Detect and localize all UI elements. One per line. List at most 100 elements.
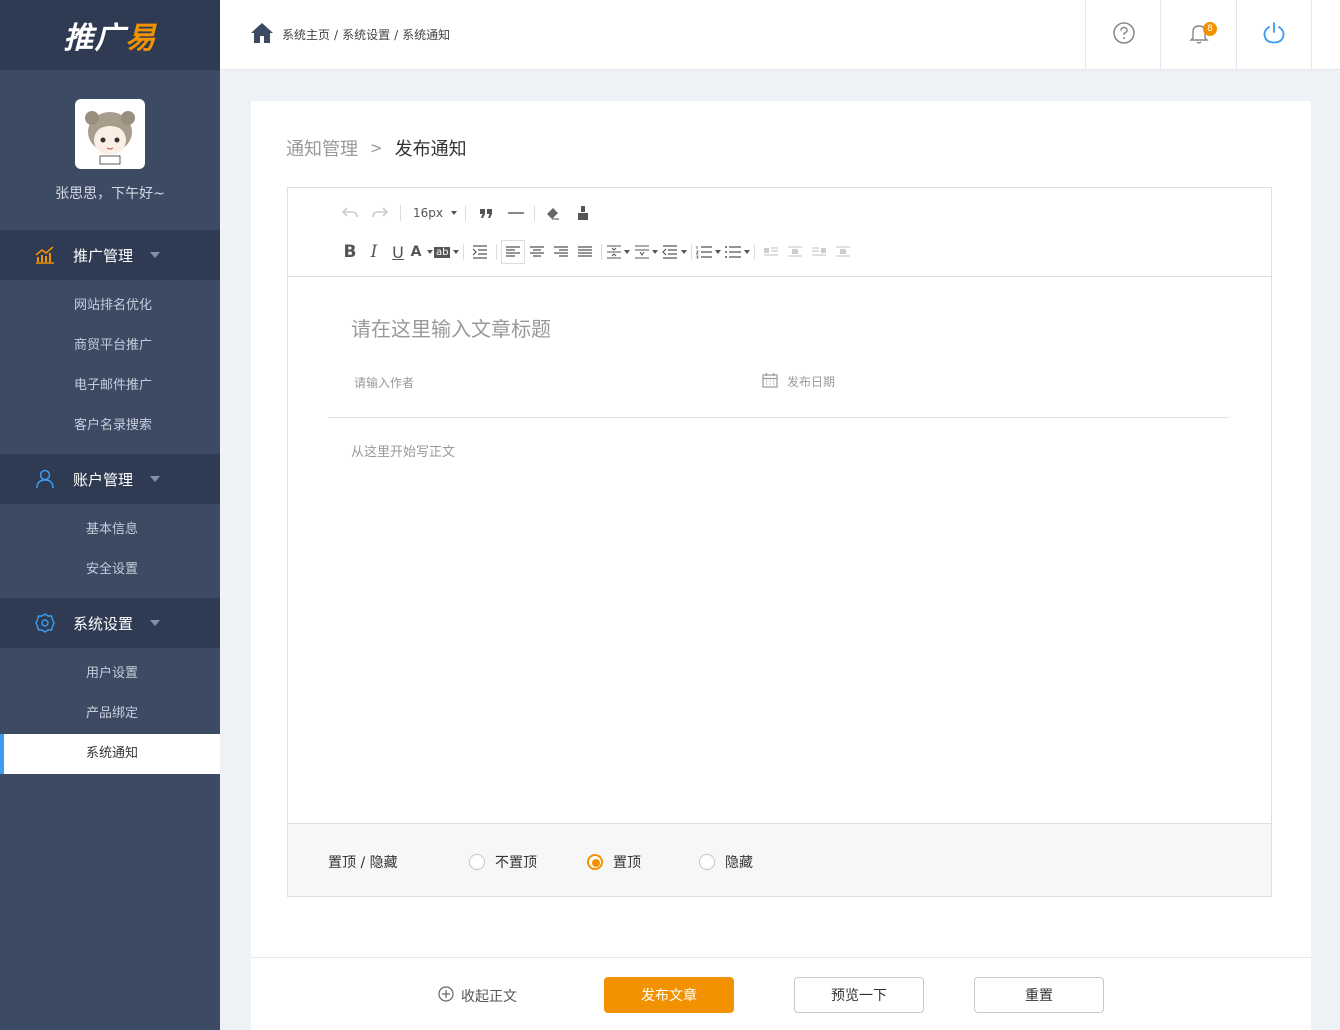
font-size-value: 16px (413, 206, 443, 220)
image-float-left-icon[interactable] (759, 240, 783, 264)
radio-label: 置顶 (613, 855, 641, 871)
sidebar-item-trade-platform[interactable]: 商贸平台推广 (0, 326, 220, 366)
eraser-icon[interactable] (541, 201, 565, 225)
radio-unpinned[interactable]: 不置顶 (469, 852, 537, 872)
plus-circle-icon (438, 986, 454, 1006)
align-left-icon[interactable] (501, 240, 526, 264)
sidebar-item-customer-search[interactable]: 客户名录搜索 (0, 406, 220, 446)
sidebar-item-security[interactable]: 安全设置 (0, 550, 220, 590)
preview-button[interactable]: 预览一下 (794, 977, 924, 1013)
outdent-icon[interactable] (662, 240, 688, 264)
sidebar-item-basic-info[interactable]: 基本信息 (0, 510, 220, 550)
collapse-body-label: 收起正文 (461, 989, 517, 1005)
rich-text-editor: 16px B I U A ab 请在这里输入文章标题 请输入作者 发布日期 从这… (287, 187, 1272, 897)
image-center-icon[interactable] (831, 240, 855, 264)
page-title-separator: > (370, 139, 383, 157)
publish-date-placeholder: 发布日期 (787, 375, 836, 389)
radio-pinned[interactable]: 置顶 (587, 852, 641, 872)
undo-icon[interactable] (338, 201, 362, 225)
breadcrumb-item[interactable]: 系统主页 (282, 26, 330, 43)
pin-hide-options: 置顶 / 隐藏 不置顶 置顶 隐藏 (287, 823, 1272, 897)
article-title-input[interactable]: 请在这里输入文章标题 (351, 313, 551, 342)
chevron-down-icon (681, 250, 688, 254)
sidebar-item-product-binding[interactable]: 产品绑定 (0, 694, 220, 734)
radio-circle (469, 854, 485, 870)
radio-circle (699, 854, 715, 870)
nav-group-label: 推广管理 (73, 246, 134, 265)
quote-icon[interactable] (474, 201, 498, 225)
main-panel: 通知管理 > 发布通知 16px B I U A ab 请在这里输入文章标题 请… (251, 101, 1311, 1030)
line-height-icon[interactable] (606, 240, 630, 264)
paragraph-spacing-icon[interactable] (634, 240, 658, 264)
reset-button[interactable]: 重置 (974, 977, 1104, 1013)
underline-icon[interactable]: U (386, 240, 410, 264)
chevron-down-icon (427, 250, 434, 254)
align-center-icon[interactable] (525, 240, 549, 264)
chevron-down-icon (623, 250, 630, 254)
editor-toolbar: 16px B I U A ab (288, 188, 1271, 277)
ordered-list-icon[interactable] (696, 240, 722, 264)
sidebar: 推广易 张思思，下午好~ 推广管理 网站排名优化 商贸平台推广 电子邮件推广 客… (0, 0, 220, 1030)
chevron-down-icon (744, 250, 751, 254)
power-icon (1262, 21, 1286, 49)
page-title-parent[interactable]: 通知管理 (286, 135, 358, 161)
format-brush-icon[interactable] (571, 201, 595, 225)
home-icon[interactable] (250, 22, 274, 47)
toolbar-divider (463, 244, 465, 260)
chevron-down-icon (451, 211, 457, 215)
article-body-input[interactable]: 从这里开始写正文 (351, 441, 455, 460)
divider (328, 417, 1229, 418)
nav-group-account[interactable]: 账户管理 (0, 454, 220, 504)
calendar-icon (762, 372, 778, 391)
breadcrumb: 系统主页 / 系统设置 / 系统通知 (250, 22, 450, 47)
sidebar-item-email[interactable]: 电子邮件推广 (0, 366, 220, 406)
notification-button[interactable]: 8 (1160, 0, 1236, 70)
italic-icon[interactable]: I (362, 240, 386, 264)
horizontal-rule-icon[interactable] (504, 201, 528, 225)
bold-icon[interactable]: B (338, 240, 362, 264)
help-button[interactable] (1085, 0, 1161, 70)
avatar[interactable] (75, 99, 145, 169)
toolbar-row: B I U A ab (338, 240, 855, 264)
publish-button[interactable]: 发布文章 (604, 977, 734, 1013)
nav-group-label: 账户管理 (73, 470, 134, 489)
toolbar-divider (496, 244, 498, 260)
image-float-right-icon[interactable] (807, 240, 831, 264)
chevron-down-icon (651, 250, 658, 254)
sidebar-item-user-settings[interactable]: 用户设置 (0, 654, 220, 694)
radio-hidden[interactable]: 隐藏 (699, 852, 753, 872)
sidebar-item-seo[interactable]: 网站排名优化 (0, 286, 220, 326)
notification-badge: 8 (1203, 22, 1217, 36)
font-color-icon[interactable]: A (410, 240, 434, 264)
nav-group-label: 系统设置 (73, 614, 134, 633)
font-size-select[interactable]: 16px (413, 201, 457, 225)
nav-group-system[interactable]: 系统设置 (0, 598, 220, 648)
breadcrumb-separator: / (334, 27, 339, 42)
background-color-icon[interactable]: ab (434, 240, 460, 264)
radio-label: 隐藏 (725, 855, 753, 871)
power-button[interactable] (1236, 0, 1312, 70)
breadcrumb-separator: / (394, 27, 399, 42)
top-header: 系统主页 / 系统设置 / 系统通知 8 (220, 0, 1340, 70)
collapse-body-button[interactable]: 收起正文 (438, 986, 517, 1006)
toolbar-row: 16px (338, 201, 595, 225)
align-justify-icon[interactable] (573, 240, 597, 264)
toolbar-divider (691, 244, 693, 260)
nav-sublist: 网站排名优化 商贸平台推广 电子邮件推广 客户名录搜索 (0, 280, 220, 454)
radio-circle (587, 854, 603, 870)
toolbar-divider (754, 244, 756, 260)
breadcrumb-item[interactable]: 系统设置 (342, 26, 390, 43)
logo[interactable]: 推广易 (0, 0, 220, 70)
sidebar-item-system-notice[interactable]: 系统通知 (0, 734, 220, 774)
author-input[interactable]: 请输入作者 (354, 374, 414, 391)
publish-date-input[interactable]: 发布日期 (762, 372, 835, 391)
unordered-list-icon[interactable] (725, 240, 751, 264)
chevron-down-icon (150, 476, 160, 482)
nav-group-promotion[interactable]: 推广管理 (0, 230, 220, 280)
chart-icon (34, 244, 56, 266)
redo-icon[interactable] (368, 201, 392, 225)
align-right-icon[interactable] (549, 240, 573, 264)
indent-icon[interactable] (468, 240, 492, 264)
image-inline-icon[interactable] (783, 240, 807, 264)
breadcrumb-item: 系统通知 (402, 28, 451, 42)
